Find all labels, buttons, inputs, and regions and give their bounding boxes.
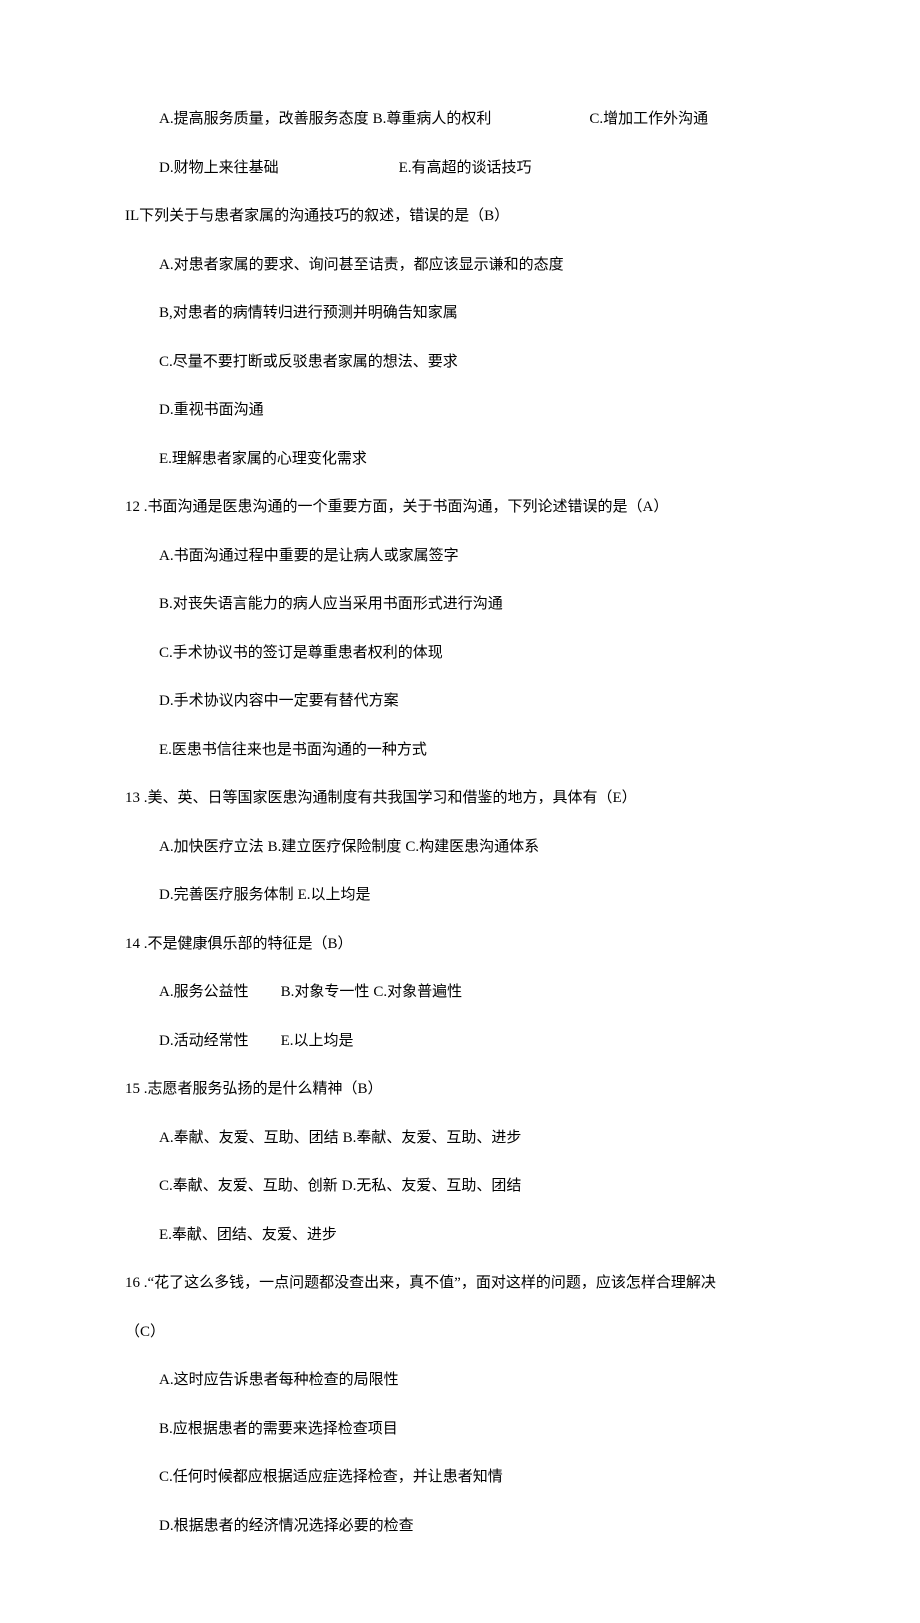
question-14-option-a: A.服务公益性 [159,981,249,1004]
question-12-option-b: B.对丧失语言能力的病人应当采用书面形式进行沟通 [159,593,810,616]
question-11-option-b: B,对患者的病情转归进行预测并明确告知家属 [159,302,810,325]
option-c: C.增加工作外沟通 [589,108,708,131]
question-14-option-e: E.以上均是 [281,1030,354,1053]
question-13-option-d: D.完善医疗服务体制 [159,884,294,907]
question-15-option-e: E.奉献、团结、友爱、进步 [159,1224,810,1247]
question-12-option-c: C.手术协议书的签订是尊重患者权利的体现 [159,642,810,665]
option-a: A.提高服务质量，改善服务态度 [159,108,369,131]
question-11-option-d: D.重视书面沟通 [159,399,810,422]
question-16-option-c: C.任何时候都应根据适应症选择检查，并让患者知情 [159,1466,810,1489]
option-e: E.有高超的谈话技巧 [399,157,532,180]
question-11-option-c: C.尽量不要打断或反驳患者家属的想法、要求 [159,351,810,374]
prev-question-options-row2: D.财物上来往基础 E.有高超的谈话技巧 [159,157,810,180]
question-14-stem: 14 .不是健康俱乐部的特征是（B） [125,933,810,956]
question-16-option-d: D.根据患者的经济情况选择必要的检查 [159,1515,810,1538]
question-14-option-b: B.对象专一性 [281,981,370,1004]
question-11-option-e: E.理解患者家属的心理变化需求 [159,448,810,471]
question-12-option-d: D.手术协议内容中一定要有替代方案 [159,690,810,713]
question-12-stem: 12 .书面沟通是医患沟通的一个重要方面，关于书面沟通，下列论述错误的是（A） [125,496,810,519]
question-13-stem: 13 .美、英、日等国家医患沟通制度有共我国学习和借鉴的地方，具体有（E） [125,787,810,810]
question-14-option-d: D.活动经常性 [159,1030,249,1053]
question-15-option-c: C.奉献、友爱、互助、创新 [159,1175,338,1198]
question-15-options-row1: A.奉献、友爱、互助、团结 B.奉献、友爱、互助、进步 [159,1127,810,1150]
prev-question-options-row1: A.提高服务质量，改善服务态度 B.尊重病人的权利 C.增加工作外沟通 [159,108,810,131]
question-11-option-a: A.对患者家属的要求、询问甚至诘责，都应该显示谦和的态度 [159,254,810,277]
question-12-option-e: E.医患书信往来也是书面沟通的一种方式 [159,739,810,762]
question-13-option-c: C.构建医患沟通体系 [405,836,539,859]
question-14-option-c: C.对象普遍性 [373,981,462,1004]
option-d: D.财物上来往基础 [159,157,279,180]
question-15-stem: 15 .志愿者服务弘扬的是什么精神（B） [125,1078,810,1101]
option-b: B.尊重病人的权利 [373,108,492,131]
question-16-option-a: A.这时应告诉患者每种检查的局限性 [159,1369,810,1392]
question-15-option-d: D.无私、友爱、互助、团结 [342,1175,522,1198]
question-16-option-b: B.应根据患者的需要来选择检查项目 [159,1418,810,1441]
question-12-option-a: A.书面沟通过程中重要的是让病人或家属签字 [159,545,810,568]
question-14-options-row1: A.服务公益性 B.对象专一性 C.对象普遍性 [159,981,810,1004]
question-14-options-row2: D.活动经常性 E.以上均是 [159,1030,810,1053]
question-15-option-a: A.奉献、友爱、互助、团结 [159,1127,339,1150]
question-16-stem-line2: （C） [125,1321,810,1344]
question-13-option-a: A.加快医疗立法 [159,836,264,859]
document-page: A.提高服务质量，改善服务态度 B.尊重病人的权利 C.增加工作外沟通 D.财物… [0,0,920,1623]
question-15-option-b: B.奉献、友爱、互助、进步 [343,1127,522,1150]
question-13-options-row2: D.完善医疗服务体制 E.以上均是 [159,884,810,907]
question-16-stem-line1: 16 .“花了这么多钱，一点问题都没查出来，真不值”，面对这样的问题，应该怎样合… [125,1272,810,1295]
question-13-options-row1: A.加快医疗立法 B.建立医疗保险制度 C.构建医患沟通体系 [159,836,810,859]
question-13-option-b: B.建立医疗保险制度 [268,836,402,859]
question-11-stem: IL下列关于与患者家属的沟通技巧的叙述，错误的是（B） [125,205,810,228]
question-13-option-e: E.以上均是 [298,884,371,907]
question-15-options-row2: C.奉献、友爱、互助、创新 D.无私、友爱、互助、团结 [159,1175,810,1198]
